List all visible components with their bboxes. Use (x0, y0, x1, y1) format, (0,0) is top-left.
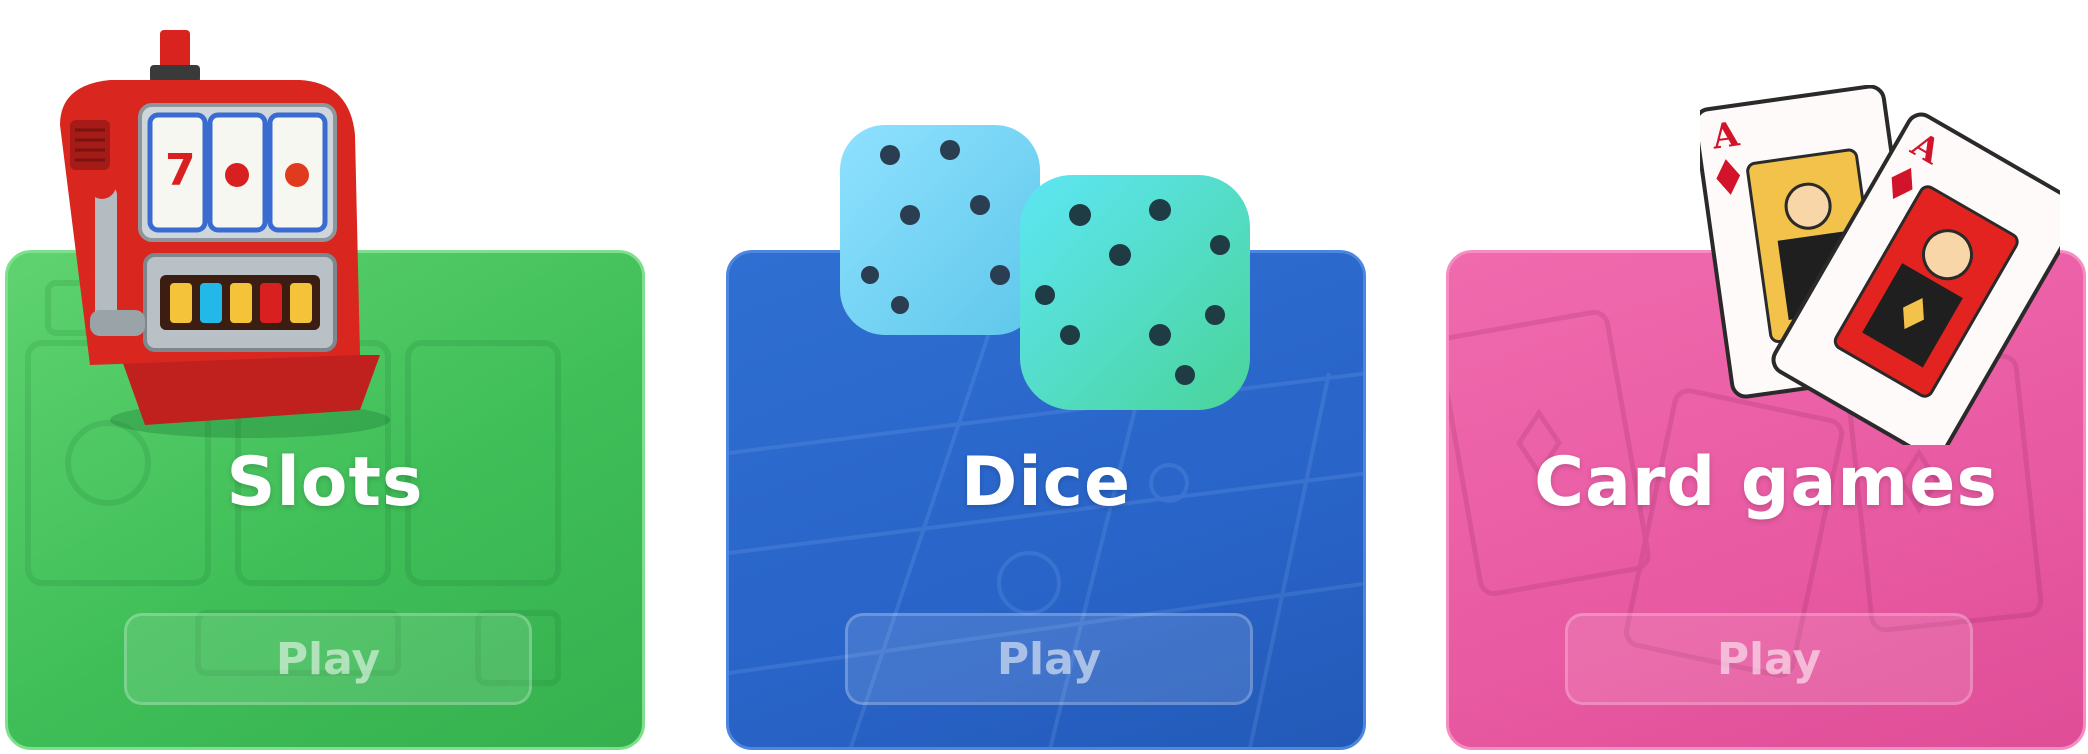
card-title: Card games (1534, 443, 1998, 522)
card-title: Dice (960, 443, 1132, 522)
slot-machine-icon: 7 (60, 30, 390, 438)
play-button[interactable]: Play (1565, 613, 1973, 705)
play-button[interactable]: Play (124, 613, 532, 705)
playing-cards-icon: A A (1700, 85, 2060, 445)
card-title: Slots (226, 443, 424, 522)
dice-icon (840, 125, 1250, 410)
play-button[interactable]: Play (845, 613, 1253, 705)
svg-text:7: 7 (165, 145, 196, 196)
